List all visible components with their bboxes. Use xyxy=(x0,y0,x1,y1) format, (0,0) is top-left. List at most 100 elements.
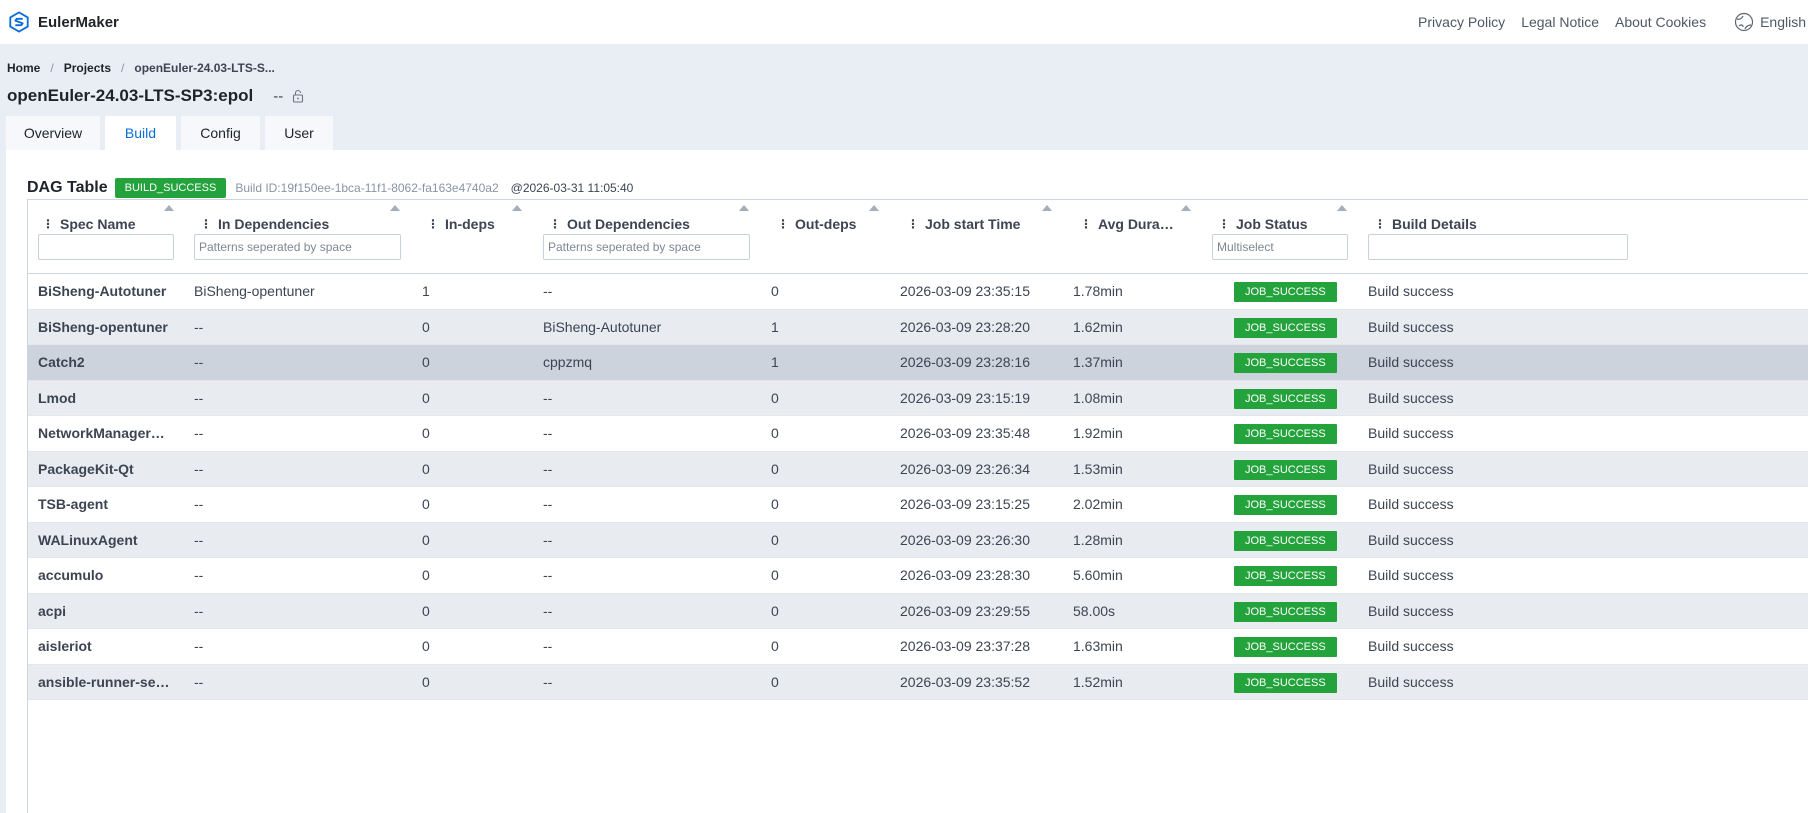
table-row[interactable]: aisleriot -- 0 -- 0 2026-03-09 23:37:28 1.63mi… xyxy=(28,629,1808,665)
out-dependencies-cell: -- xyxy=(543,460,553,477)
build-details-cell: Build success xyxy=(1368,354,1454,370)
spec-name-filter-input[interactable] xyxy=(38,234,174,260)
unlock-icon[interactable] xyxy=(291,89,305,103)
job-status-badge: JOB_SUCCESS xyxy=(1234,282,1337,302)
drag-handle-icon[interactable]: ⋮ xyxy=(777,217,789,231)
in-deps-count-cell: 0 xyxy=(422,318,430,335)
column-header-in-deps[interactable]: ⋮ In-deps xyxy=(427,214,495,234)
sort-icon[interactable] xyxy=(1181,205,1191,211)
spec-name-cell[interactable]: aisleriot xyxy=(38,629,178,664)
drag-handle-icon[interactable]: ⋮ xyxy=(907,217,919,231)
table-header: ⋮ Spec Name ⋮ In Dependencies ⋮ In-deps … xyxy=(28,200,1808,274)
column-header-out-dependencies[interactable]: ⋮ Out Dependencies xyxy=(549,214,690,234)
table-row[interactable]: PackageKit-Qt -- 0 -- 0 2026-03-09 23:26:34 1.… xyxy=(28,451,1808,487)
sort-icon[interactable] xyxy=(739,205,749,211)
spec-name-cell[interactable]: TSB-agent xyxy=(38,487,178,522)
language-switcher[interactable]: English xyxy=(1734,12,1806,32)
in-dependencies-cell: -- xyxy=(194,602,204,619)
job-status-badge: JOB_SUCCESS xyxy=(1234,601,1337,622)
job-start-time-cell: 2026-03-09 23:26:34 xyxy=(900,460,1030,477)
top-navigation-bar: EulerMaker Privacy Policy Legal Notice A… xyxy=(0,0,1808,44)
spec-name-cell[interactable]: acpi xyxy=(38,594,178,629)
drag-handle-icon[interactable]: ⋮ xyxy=(549,217,561,231)
tab-build[interactable]: Build xyxy=(105,116,176,150)
build-panel: DAG Table BUILD_SUCCESS Build ID:19f150e… xyxy=(6,150,1808,813)
globe-icon xyxy=(1734,12,1754,32)
spec-name-cell[interactable]: BiSheng-Autotuner xyxy=(38,274,178,309)
privacy-policy-link[interactable]: Privacy Policy xyxy=(1418,14,1505,30)
spec-name-cell[interactable]: NetworkManager… xyxy=(38,416,178,451)
breadcrumb-current: openEuler-24.03-LTS-S... xyxy=(134,61,275,75)
in-dependencies-cell: -- xyxy=(194,354,204,370)
eulermaker-logo-icon xyxy=(9,11,29,33)
top-links: Privacy Policy Legal Notice About Cookie… xyxy=(1418,0,1808,44)
breadcrumb-home[interactable]: Home xyxy=(7,61,40,75)
table-row[interactable]: TSB-agent -- 0 -- 0 2026-03-09 23:15:25 2.02mi… xyxy=(28,487,1808,523)
legal-notice-link[interactable]: Legal Notice xyxy=(1521,14,1599,30)
in-deps-count-cell: 0 xyxy=(422,638,430,654)
drag-handle-icon[interactable]: ⋮ xyxy=(1080,217,1092,231)
job-start-time-cell: 2026-03-09 23:35:48 xyxy=(900,425,1030,441)
in-dependencies-filter-input[interactable] xyxy=(194,234,401,260)
table-row[interactable]: Lmod -- 0 -- 0 2026-03-09 23:15:19 1.08min Buil… xyxy=(28,380,1808,416)
spec-name-cell[interactable]: Catch2 xyxy=(38,345,178,380)
spec-name-cell[interactable]: PackageKit-Qt xyxy=(38,452,178,487)
table-row[interactable]: acpi -- 0 -- 0 2026-03-09 23:29:55 58.00s Build… xyxy=(28,593,1808,629)
drag-handle-icon[interactable]: ⋮ xyxy=(42,217,54,231)
sort-icon[interactable] xyxy=(869,205,879,211)
in-deps-count-cell: 0 xyxy=(422,673,430,690)
drag-handle-icon[interactable]: ⋮ xyxy=(1218,217,1230,231)
table-row[interactable]: accumulo -- 0 -- 0 2026-03-09 23:28:30 5.60min… xyxy=(28,558,1808,594)
table-row[interactable]: BiSheng-opentuner -- 0 BiSheng-Autotuner 1 20… xyxy=(28,309,1808,345)
sort-icon[interactable] xyxy=(1042,205,1052,211)
tab-config[interactable]: Config xyxy=(181,116,260,150)
spec-name-cell[interactable]: ansible-runner-se… xyxy=(38,665,178,700)
column-header-job-status[interactable]: ⋮ Job Status xyxy=(1218,214,1308,234)
app-logo[interactable]: EulerMaker xyxy=(8,11,119,33)
breadcrumb: Home / Projects / openEuler-24.03-LTS-S.… xyxy=(7,61,275,75)
out-deps-count-cell: 0 xyxy=(771,460,779,477)
tab-user[interactable]: User xyxy=(265,116,333,150)
avg-duration-cell: 5.60min xyxy=(1073,567,1123,583)
spec-name-cell[interactable]: Lmod xyxy=(38,381,178,416)
table-row[interactable]: ansible-runner-se… -- 0 -- 0 2026-03-09 23:35… xyxy=(28,664,1808,700)
spec-name-cell[interactable]: WALinuxAgent xyxy=(38,523,178,558)
column-header-avg-duration[interactable]: ⋮ Avg Dura… xyxy=(1080,214,1174,234)
sort-icon[interactable] xyxy=(390,205,400,211)
column-header-spec-name[interactable]: ⋮ Spec Name xyxy=(42,214,135,234)
spec-name-cell[interactable]: BiSheng-opentuner xyxy=(38,310,178,345)
out-dependencies-cell: BiSheng-Autotuner xyxy=(543,318,662,335)
sort-icon[interactable] xyxy=(164,205,174,211)
sort-icon[interactable] xyxy=(1337,205,1347,211)
about-cookies-link[interactable]: About Cookies xyxy=(1615,14,1706,30)
drag-handle-icon[interactable]: ⋮ xyxy=(427,217,439,231)
job-status-badge: JOB_SUCCESS xyxy=(1234,424,1337,444)
in-deps-count-cell: 0 xyxy=(422,425,430,441)
table-row[interactable]: Catch2 -- 0 cppzmq 1 2026-03-09 23:28:16 1.37m… xyxy=(28,345,1808,381)
in-deps-count-cell: 0 xyxy=(422,602,430,619)
breadcrumb-projects[interactable]: Projects xyxy=(64,61,111,75)
drag-handle-icon[interactable]: ⋮ xyxy=(1374,217,1386,231)
build-details-cell: Build success xyxy=(1368,638,1454,654)
column-header-job-start-time[interactable]: ⋮ Job start Time xyxy=(907,214,1020,234)
job-start-time-cell: 2026-03-09 23:35:52 xyxy=(900,673,1030,690)
column-header-build-details[interactable]: ⋮ Build Details xyxy=(1374,214,1477,234)
table-row[interactable]: BiSheng-Autotuner BiSheng-opentuner 1 -- 0 20… xyxy=(28,274,1808,310)
job-status-badge: JOB_SUCCESS xyxy=(1234,459,1337,480)
column-header-in-dependencies[interactable]: ⋮ In Dependencies xyxy=(200,214,329,234)
out-deps-count-cell: 0 xyxy=(771,567,779,583)
job-status-badge: JOB_SUCCESS xyxy=(1234,530,1337,551)
job-status-multiselect[interactable] xyxy=(1212,234,1348,260)
build-details-filter-input[interactable] xyxy=(1368,234,1628,260)
avg-duration-cell: 58.00s xyxy=(1073,602,1116,619)
sort-icon[interactable] xyxy=(512,205,522,211)
spec-name-cell[interactable]: accumulo xyxy=(38,558,178,593)
drag-handle-icon[interactable]: ⋮ xyxy=(200,217,212,231)
in-dependencies-cell: -- xyxy=(194,460,204,477)
column-header-out-deps[interactable]: ⋮ Out-deps xyxy=(777,214,856,234)
table-row[interactable]: NetworkManager… -- 0 -- 0 2026-03-09 23:35:48… xyxy=(28,416,1808,452)
tab-overview[interactable]: Overview xyxy=(6,116,100,150)
out-dependencies-filter-input[interactable] xyxy=(543,234,750,260)
table-row[interactable]: WALinuxAgent -- 0 -- 0 2026-03-09 23:26:30 1.2… xyxy=(28,522,1808,558)
job-start-time-cell: 2026-03-09 23:28:20 xyxy=(900,318,1030,335)
